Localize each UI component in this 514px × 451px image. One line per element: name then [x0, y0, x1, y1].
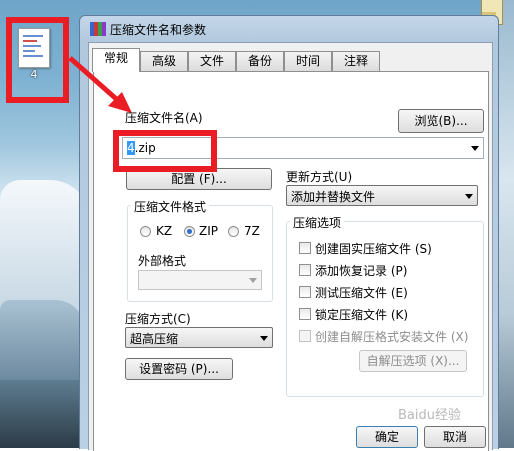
checkbox-test-archive-label: 测试压缩文件 (E)	[315, 286, 408, 300]
tab-general[interactable]: 常规	[92, 48, 140, 72]
dialog-title: 压缩文件名和参数	[110, 23, 207, 37]
winrar-icon	[90, 22, 106, 36]
sfx-options-button: 自解压选项 (X)...	[359, 350, 467, 372]
chevron-down-icon[interactable]	[471, 146, 479, 151]
archive-name-label: 压缩文件名(A)	[125, 111, 203, 125]
annotation-box-filename	[113, 130, 217, 172]
checkbox-sfx-archive	[299, 330, 311, 342]
annotation-box-icon	[6, 17, 69, 103]
tab-backup[interactable]: 备份	[236, 51, 284, 71]
set-password-button[interactable]: 设置密码 (P)...	[125, 358, 233, 380]
general-panel: 压缩文件名(A) 浏览(B)... 4.zip 配置 (F)... 更新方式(U…	[93, 71, 489, 451]
radio-7z[interactable]	[228, 226, 239, 237]
ok-button[interactable]: 确定	[356, 426, 418, 448]
compression-method-select[interactable]: 超高压缩	[125, 327, 273, 348]
checkbox-test-archive[interactable]	[299, 286, 311, 298]
checkbox-sfx-archive-label: 创建自解压格式安装文件 (X)	[315, 330, 469, 344]
title-bar[interactable]: 压缩文件名和参数	[80, 16, 498, 42]
radio-zip-label: ZIP	[199, 224, 218, 238]
update-mode-label: 更新方式(U)	[286, 170, 353, 184]
compression-method-value: 超高压缩	[130, 332, 179, 346]
checkbox-solid-archive-label: 创建固实压缩文件 (S)	[315, 242, 432, 256]
tab-advanced[interactable]: 高级	[140, 51, 188, 71]
iceberg-shadow-image	[0, 300, 85, 380]
checkbox-lock-archive[interactable]	[299, 308, 311, 320]
radio-kz[interactable]	[140, 226, 151, 237]
desktop-right-strip	[498, 0, 514, 448]
external-format-select	[138, 270, 262, 290]
checkbox-recovery-record-label: 添加恢复记录 (P)	[315, 264, 408, 278]
cancel-button[interactable]: 取消	[424, 426, 486, 448]
chevron-down-icon	[249, 278, 257, 283]
radio-kz-label: KZ	[156, 224, 173, 238]
checkbox-lock-archive-label: 锁定压缩文件 (K)	[315, 308, 409, 322]
format-group-label: 压缩文件格式	[131, 198, 210, 215]
update-mode-value: 添加并替换文件	[291, 190, 376, 204]
options-group-label: 压缩选项	[290, 214, 345, 231]
compression-dialog: 压缩文件名和参数 常规 高级 文件 备份 时间 注释 压缩文件名(A) 浏览(B…	[79, 15, 499, 451]
external-format-label: 外部格式	[138, 254, 187, 268]
tab-files[interactable]: 文件	[188, 51, 236, 71]
browse-button[interactable]: 浏览(B)...	[398, 109, 484, 133]
options-group: 压缩选项 创建固实压缩文件 (S) 添加恢复记录 (P) 测试压缩文件 (E) …	[286, 214, 484, 397]
radio-zip[interactable]	[184, 226, 195, 237]
iceberg-image	[0, 180, 90, 310]
tab-time[interactable]: 时间	[284, 51, 332, 71]
watermark: Baidu经验	[398, 408, 461, 423]
tab-comment[interactable]: 注释	[332, 51, 380, 71]
chevron-down-icon	[260, 335, 268, 341]
radio-7z-label: 7Z	[244, 224, 260, 238]
chevron-down-icon	[465, 193, 473, 199]
format-group: 压缩文件格式 KZ ZIP 7Z 外部格式	[127, 198, 273, 302]
checkbox-recovery-record[interactable]	[299, 264, 311, 276]
checkbox-solid-archive[interactable]	[299, 242, 311, 254]
update-mode-select[interactable]: 添加并替换文件	[286, 185, 478, 206]
compression-method-label: 压缩方式(C)	[125, 312, 191, 326]
dialog-client: 常规 高级 文件 备份 时间 注释 压缩文件名(A) 浏览(B)... 4.zi…	[88, 42, 493, 451]
